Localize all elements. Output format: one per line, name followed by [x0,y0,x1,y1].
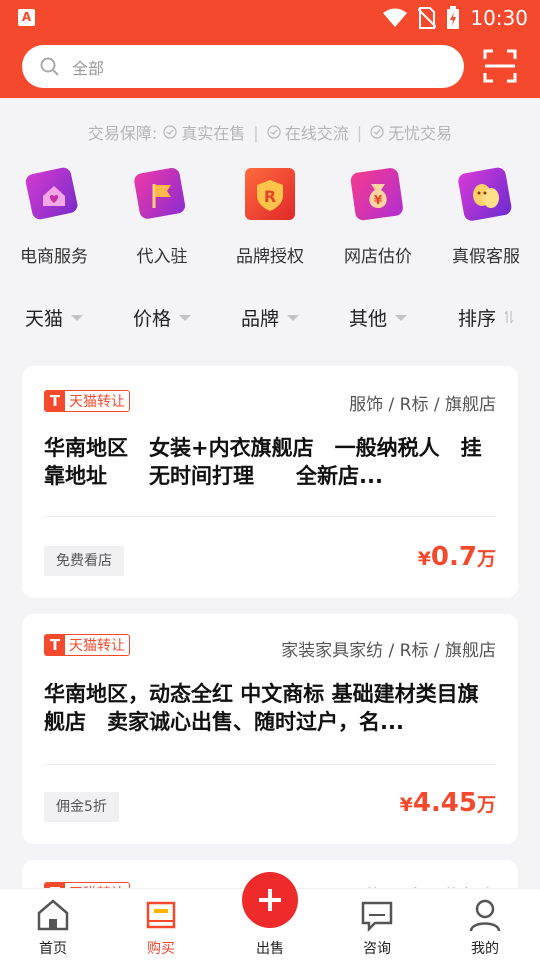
home-icon [37,899,69,931]
search-input[interactable]: 全部 [22,45,464,88]
house-heart-icon [25,167,78,220]
svg-text:R: R [264,187,276,206]
assurance-label: 交易保障: [87,124,158,143]
service-ecommerce[interactable]: 电商服务 [0,160,108,267]
divider [44,516,496,517]
service-customer[interactable]: 真假客服 [432,160,540,267]
no-sim-icon [418,7,437,29]
wifi-icon [383,8,408,27]
nav-consult[interactable]: 咨询 [337,889,417,960]
tmall-logo-icon: T [45,635,65,655]
money-bag-icon: ¥ [350,168,403,221]
check-circle-icon [163,125,177,139]
header: A 10:30 全部 [0,0,540,98]
r-shield-icon: R [245,168,295,220]
listing-title: 华南地区，动态全红 中文商标 基础建材类目旗舰店 卖家诚心出售、随时过户，名..… [44,682,479,734]
check-circle-icon [267,125,281,139]
tmall-logo-icon: T [45,391,65,411]
listing-card[interactable]: T 天猫转让 家装家具家纺 / R标 / 旗舰店 华南地区，动态全红 中文商标 … [22,614,518,844]
nav-profile[interactable]: 我的 [445,889,525,960]
filter-tmall[interactable]: 天猫 [0,300,108,334]
filter-bar: 天猫 价格 品牌 其他 排序 [0,300,540,334]
search-placeholder: 全部 [72,58,105,78]
masks-icon [458,167,512,221]
plus-icon [259,889,281,911]
flag-icon [134,168,186,219]
divider [44,764,496,765]
sort-icon [504,310,514,324]
scan-icon[interactable] [482,48,518,84]
listing-tag: 免费看店 [44,546,124,576]
divider: | [253,122,259,142]
nav-home[interactable]: 首页 [13,889,93,960]
status-time: 10:30 [470,6,528,30]
assurance-item: 在线交流 [267,120,349,144]
divider: | [356,122,363,142]
filter-other[interactable]: 其他 [324,300,432,334]
app-notification-icon: A [18,9,35,26]
check-circle-icon [370,125,384,139]
listing-price: ¥0.7万 [417,542,496,572]
svg-text:¥: ¥ [374,193,383,207]
caret-down-icon [179,315,191,321]
service-valuation[interactable]: ¥ 网店估价 [324,160,432,267]
filter-brand[interactable]: 品牌 [216,300,324,334]
listing-price: ¥4.45万 [399,788,496,818]
nav-buy[interactable]: 购买 [121,889,201,960]
service-grid: 电商服务 代入驻 R 品牌授权 ¥ 网店估价 真假客服 [0,160,540,267]
listing-category: 家装家具家纺 / R标 / 旗舰店 [281,641,496,661]
buy-icon [146,901,176,929]
caret-down-icon [395,315,407,321]
search-icon [40,57,59,76]
service-settle-in[interactable]: 代入驻 [108,160,216,267]
sell-button[interactable] [242,872,298,928]
filter-sort[interactable]: 排序 [432,300,540,334]
listing-tag: 佣金5折 [44,792,119,822]
tmall-transfer-badge: T 天猫转让 [44,634,130,656]
battery-charging-icon [447,6,460,29]
service-brand-auth[interactable]: R 品牌授权 [216,160,324,267]
assurance-item: 无忧交易 [370,120,452,144]
caret-down-icon [71,315,83,321]
listing-title: 华南地区 女装+内衣旗舰店 一般纳税人 挂靠地址 无时间打理 全新店... [44,436,482,488]
status-icons: 10:30 [382,5,528,31]
caret-down-icon [287,315,299,321]
listing-card[interactable]: T 天猫转让 服饰 / R标 / 旗舰店 华南地区 女装+内衣旗舰店 一般纳税人… [22,366,518,598]
chat-icon [361,901,393,933]
status-bar: A 10:30 [0,0,540,36]
assurance-item: 真实在售 [163,120,245,144]
assurance-bar: 交易保障: 真实在售 | 在线交流 | 无忧交易 [0,120,540,144]
filter-price[interactable]: 价格 [108,300,216,334]
listing-category: 服饰 / R标 / 旗舰店 [349,395,496,415]
tmall-transfer-badge: T 天猫转让 [44,390,130,412]
profile-icon [469,899,501,932]
